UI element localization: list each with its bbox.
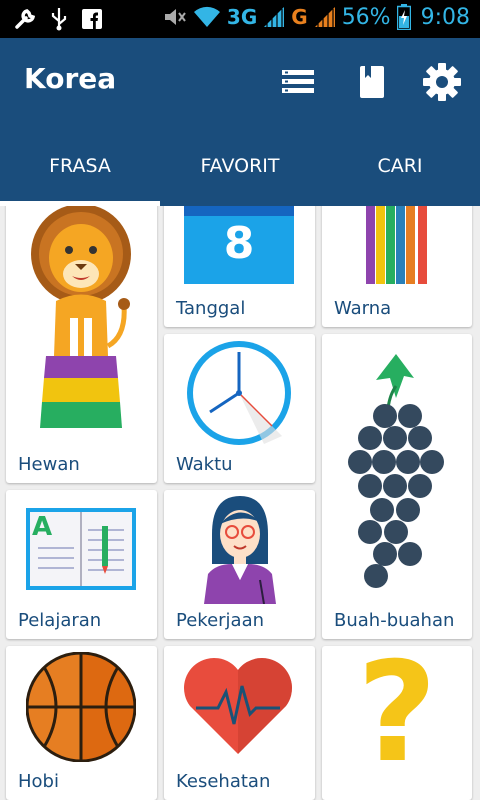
app-bar: Korea FRASA FAVORIT CARI [0,38,480,206]
category-label: Waktu [176,454,233,475]
category-label: Hewan [18,454,80,475]
worker-icon [204,496,276,604]
category-card-waktu[interactable]: Waktu [164,334,315,483]
settings-icon[interactable] [420,60,464,104]
battery-icon [396,4,411,30]
category-card-hewan[interactable]: Hewan [6,206,157,483]
signal-icon [264,7,285,27]
wrench-icon [15,9,36,29]
facebook-icon [82,9,102,29]
category-label: Pekerjaan [176,610,265,631]
category-card-pelajaran[interactable]: A Pelajaran [6,490,157,639]
clock-icon [187,341,291,445]
system-icons: 3G G 56% 9:08 [163,4,470,30]
lion-icon [31,206,131,428]
category-label: Hobi [18,771,59,792]
mute-icon [164,9,186,25]
book-icon[interactable] [350,60,394,104]
battery-percent: 56% [341,4,391,30]
clock: 9:08 [420,4,470,30]
notebook-letter: A [32,512,53,542]
crayons-icon [366,206,427,284]
category-label: Tanggal [176,298,246,319]
heart-pulse-icon [184,658,292,754]
category-label: Pelajaran [18,610,102,631]
network-3g-label: 3G [226,5,258,29]
usb-icon [51,8,67,31]
network-g-label: G [291,5,308,29]
category-card-lainnya[interactable]: ? [322,646,472,800]
category-card-pekerjaan[interactable]: Pekerjaan [164,490,315,639]
category-label: Kesehatan [176,771,271,792]
list-icon[interactable] [276,60,320,104]
notification-icons [14,7,102,31]
category-card-kesehatan[interactable]: Kesehatan [164,646,315,800]
question-mark-icon: ? [356,646,438,793]
category-card-warna[interactable]: Warna [322,206,472,327]
basketball-icon [26,652,136,762]
category-card-tanggal[interactable]: 8 Tanggal [164,206,315,327]
grapes-icon [348,354,444,588]
wifi-icon [193,6,220,27]
app-title: Korea [24,62,117,95]
category-label: Warna [334,298,392,319]
calendar-day: 8 [223,218,255,269]
tab-frasa[interactable]: FRASA [0,148,160,204]
tab-cari[interactable]: CARI [320,148,480,204]
status-bar: 3G G 56% 9:08 [0,0,480,38]
category-label: Buah-buahan [334,610,455,631]
category-grid: Hewan 8 Tanggal Warna Waktu Buah-buahan … [0,206,480,800]
signal-icon-2 [314,7,335,27]
category-card-hobi[interactable]: Hobi [6,646,157,800]
tab-favorit[interactable]: FAVORIT [160,148,320,204]
category-card-buah-buahan[interactable]: Buah-buahan [322,334,472,639]
